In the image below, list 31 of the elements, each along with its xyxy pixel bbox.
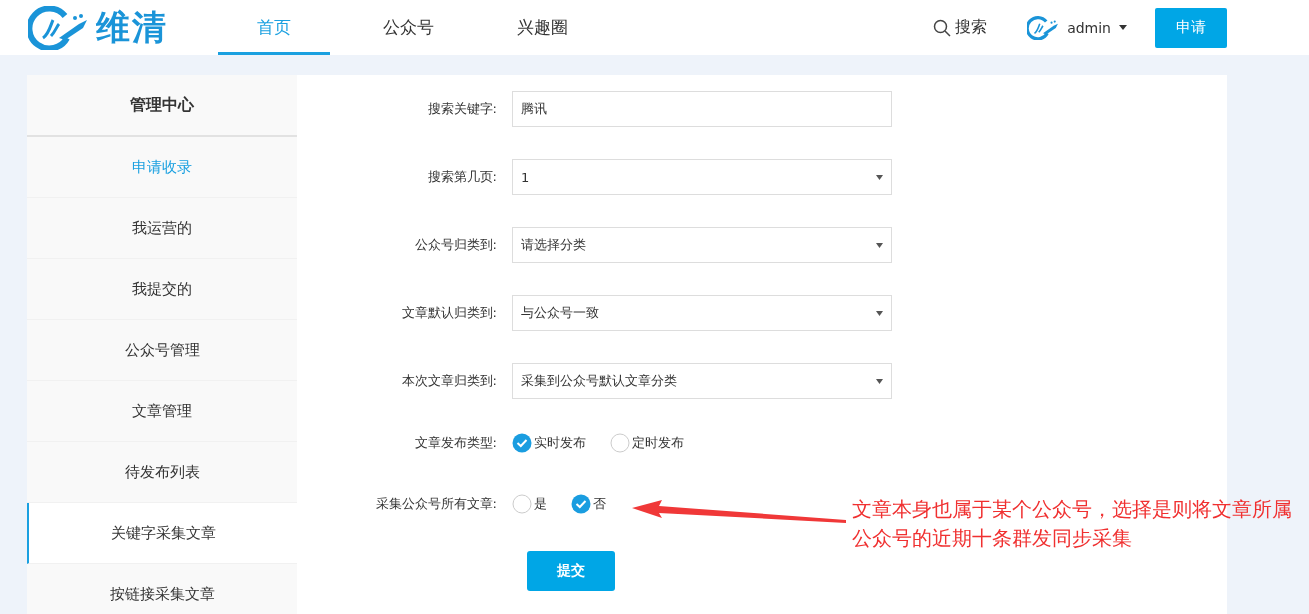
radio-option[interactable]: 是 <box>512 494 547 514</box>
logo-icon <box>28 5 90 50</box>
sidebar-item[interactable]: 关键字采集文章 <box>27 503 297 564</box>
radio-option[interactable]: 实时发布 <box>512 433 586 453</box>
radio-option[interactable]: 定时发布 <box>610 433 684 453</box>
caret-icon <box>1119 25 1127 30</box>
select-field[interactable]: 请选择分类 <box>512 227 892 263</box>
field-label: 搜索第几页: <box>426 168 498 186</box>
user-name[interactable]: admin <box>1067 19 1111 36</box>
input-field[interactable]: 腾讯 <box>512 91 892 127</box>
field-label: 文章发布类型: <box>413 434 498 452</box>
select-field[interactable]: 1 <box>512 159 892 195</box>
field-label: 采集公众号所有文章: <box>374 495 498 513</box>
select-field[interactable]: 采集到公众号默认文章分类 <box>512 363 892 399</box>
annotation-text: 文章本身也属于某个公众号，选择是则将文章所属公众号的近期十条群发同步采集 <box>852 496 1292 552</box>
nav-tab[interactable]: 公众号 <box>352 0 464 55</box>
radio-option[interactable]: 否 <box>571 494 606 514</box>
field-label: 搜索关键字: <box>426 100 498 118</box>
logo-text: 维清 <box>96 5 168 49</box>
search-link[interactable]: 搜索 <box>933 17 988 38</box>
search-icon <box>933 18 952 37</box>
caret-icon <box>876 242 883 248</box>
field-label: 文章默认归类到: <box>400 304 498 322</box>
logo-icon <box>1027 15 1060 40</box>
nav-tab[interactable]: 兴趣圈 <box>486 0 598 55</box>
field-label: 本次文章归类到: <box>400 372 498 390</box>
select-field[interactable]: 与公众号一致 <box>512 295 892 331</box>
field-label: 公众号归类到: <box>413 236 498 254</box>
caret-icon <box>876 174 883 180</box>
caret-icon <box>876 310 883 316</box>
caret-icon <box>876 378 883 384</box>
